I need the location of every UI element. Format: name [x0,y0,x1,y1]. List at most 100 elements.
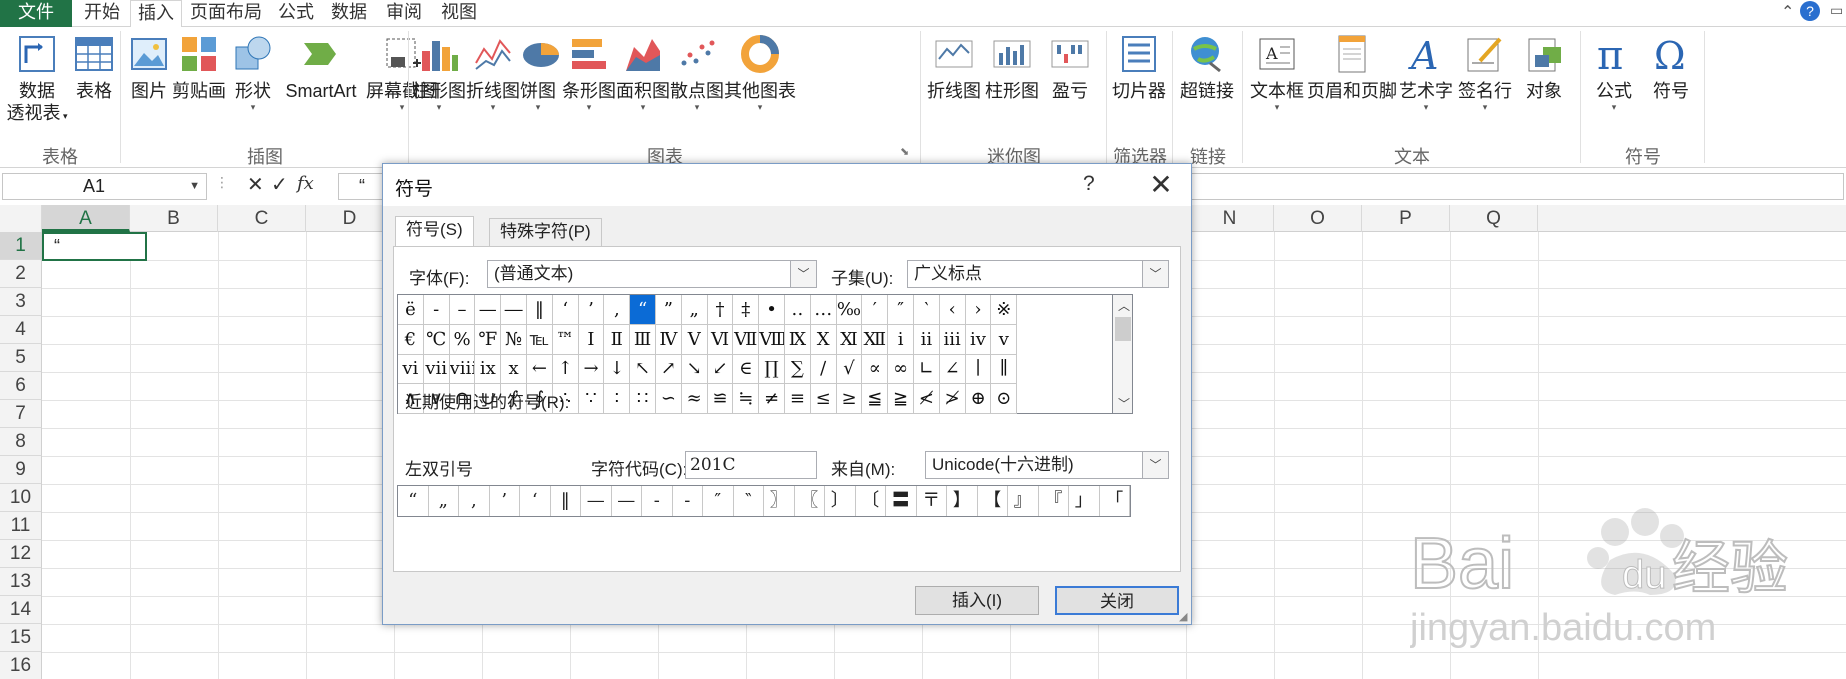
insert-function-icon[interactable]: fx [297,173,314,194]
scatter-chart-button[interactable]: 散点图 ▾ [670,33,724,112]
symbol-cell[interactable]: ∑ [785,354,811,385]
symbol-cell[interactable]: ⅱ [914,324,940,355]
recent-symbol-cell[interactable]: 〖 [795,486,825,516]
name-box[interactable]: A1 ▼ [2,173,207,200]
symbol-cell[interactable]: ← [527,354,553,385]
row-header-13[interactable]: 13 [0,568,42,596]
pivot-table-button[interactable]: 数据 透视表 ▾ [6,33,68,127]
dialog-close-icon[interactable]: ✕ [1143,168,1179,201]
symbol-cell[interactable]: ↑ [552,354,579,385]
recent-symbol-cell[interactable]: „ [429,486,459,516]
scroll-up-icon[interactable]: ︿ [1118,297,1130,314]
symbol-cell[interactable]: “ [630,295,656,325]
row-header-6[interactable]: 6 [0,372,42,400]
column-header-o[interactable]: O [1274,205,1362,232]
recent-symbol-cell[interactable]: ‚ [459,486,490,516]
row-header-10[interactable]: 10 [0,484,42,512]
window-restore-icon[interactable]: ▭ [1830,2,1843,19]
symbol-cell[interactable]: ↗ [656,354,682,385]
symbol-cell[interactable]: ≡ [785,384,811,415]
symbol-cell[interactable]: ≦ [862,384,889,415]
symbol-cell[interactable]: ∈ [733,354,760,385]
column-chart-button[interactable]: 柱形图 ▾ [412,33,466,112]
from-select[interactable]: Unicode(十六进制) ﹀ [925,451,1169,479]
column-header-b[interactable]: B [130,205,218,232]
recent-symbol-cell[interactable]: 【 [978,486,1008,516]
help-icon[interactable]: ? [1800,1,1820,21]
row-header-2[interactable]: 2 [0,260,42,288]
symbol-cell[interactable]: ′ [862,295,889,325]
name-box-dropdown-icon[interactable]: ▼ [189,174,200,199]
symbol-cell[interactable]: ∣ [965,354,992,385]
column-header-q[interactable]: Q [1450,205,1538,232]
scroll-thumb[interactable] [1115,317,1131,341]
symbol-cell[interactable]: Ⅸ [785,324,811,355]
symbol-cell[interactable]: № [501,324,527,355]
line-chart-button[interactable]: 折线图 ▾ [466,33,520,112]
symbol-cell[interactable]: ℡ [527,324,553,355]
row-header-8[interactable]: 8 [0,428,42,456]
symbol-cell[interactable]: – [449,295,476,325]
symbol-cell[interactable]: ℉ [475,324,502,355]
symbol-cell[interactable]: Ⅴ [681,324,708,355]
row-header-15[interactable]: 15 [0,624,42,652]
pie-chart-button[interactable]: 饼图 ▾ [520,33,559,112]
enter-icon[interactable]: ✓ [271,172,288,197]
symbol-cell[interactable]: — [475,295,502,325]
symbol-cell[interactable]: ‖ [527,295,553,325]
character-code-input[interactable]: 201C [685,451,817,479]
symbol-cell[interactable]: ‥ [785,295,811,325]
symbol-cell[interactable]: ∠ [939,354,966,385]
symbol-cell[interactable]: Ⅲ [630,324,656,355]
symbol-cell[interactable]: ⅹ [501,354,527,385]
tab-data[interactable]: 数据 [325,0,373,27]
symbol-cell[interactable]: ∟ [914,354,940,385]
tab-review[interactable]: 审阅 [378,0,430,27]
other-charts-button[interactable]: 其他图表 ▾ [724,33,796,112]
symbol-cell[interactable]: √ [836,354,863,385]
tab-view[interactable]: 视图 [433,0,485,27]
chevron-down-icon[interactable]: ﹀ [1142,452,1168,478]
symbol-cell[interactable]: ※ [991,295,1018,325]
symbol-cell[interactable]: Ⅺ [836,324,863,355]
tab-special-characters[interactable]: 特殊字符(P) [489,218,602,246]
table-button[interactable]: 表格 [70,33,118,102]
symbol-cell[interactable]: Ⅻ [862,324,889,355]
recent-symbol-cell[interactable]: — [581,486,612,516]
recent-symbol-cell[interactable]: - [673,486,703,516]
symbol-cell[interactable]: ‚ [604,295,631,325]
insert-button[interactable]: 插入(I) [915,586,1039,615]
symbol-cell[interactable]: ≥ [836,384,863,415]
smartart-button[interactable]: SmartArt [281,33,361,102]
tab-insert[interactable]: 插入 [130,0,182,28]
symbol-cell[interactable]: ⅸ [475,354,502,385]
symbol-cell[interactable]: ⅰ [888,324,914,355]
sparkline-column-button[interactable]: 柱形图 [984,33,1040,102]
sparkline-line-button[interactable]: 折线图 [926,33,982,102]
symbol-cell[interactable]: ∏ [759,354,785,385]
resize-grip-icon[interactable]: ◢ [1179,610,1187,623]
symbol-cell[interactable]: Ⅹ [810,324,837,355]
symbol-cell[interactable]: ≌ [707,384,734,415]
symbol-cell[interactable]: Ⅳ [656,324,682,355]
row-header-5[interactable]: 5 [0,344,42,372]
cancel-icon[interactable]: ✕ [247,172,264,197]
scroll-down-icon[interactable]: ﹀ [1118,395,1130,412]
row-header-11[interactable]: 11 [0,512,42,540]
symbol-cell[interactable]: ‵ [914,295,940,325]
symbol-cell[interactable]: ∵ [578,384,605,415]
symbol-cell[interactable]: ≧ [888,384,914,415]
row-header-1[interactable]: 1 [0,232,42,260]
subset-select[interactable]: 广义标点 ﹀ [907,260,1169,288]
symbol-cell[interactable]: ― [501,295,527,325]
textbox-button[interactable]: A 文本框 ▾ [1246,33,1308,112]
recent-symbol-cell[interactable]: ’ [490,486,520,516]
row-header-7[interactable]: 7 [0,400,42,428]
more-icon[interactable]: ⋮ [215,174,229,191]
symbol-cell[interactable]: ∥ [991,354,1018,385]
symbol-cell[interactable]: ≈ [681,384,708,415]
signature-line-button[interactable]: 签名行 ▾ [1456,33,1514,112]
tab-formulas[interactable]: 公式 [272,0,320,27]
recent-symbol-cell[interactable]: 〒 [917,486,947,516]
recent-symbol-cell[interactable]: — [612,486,642,516]
